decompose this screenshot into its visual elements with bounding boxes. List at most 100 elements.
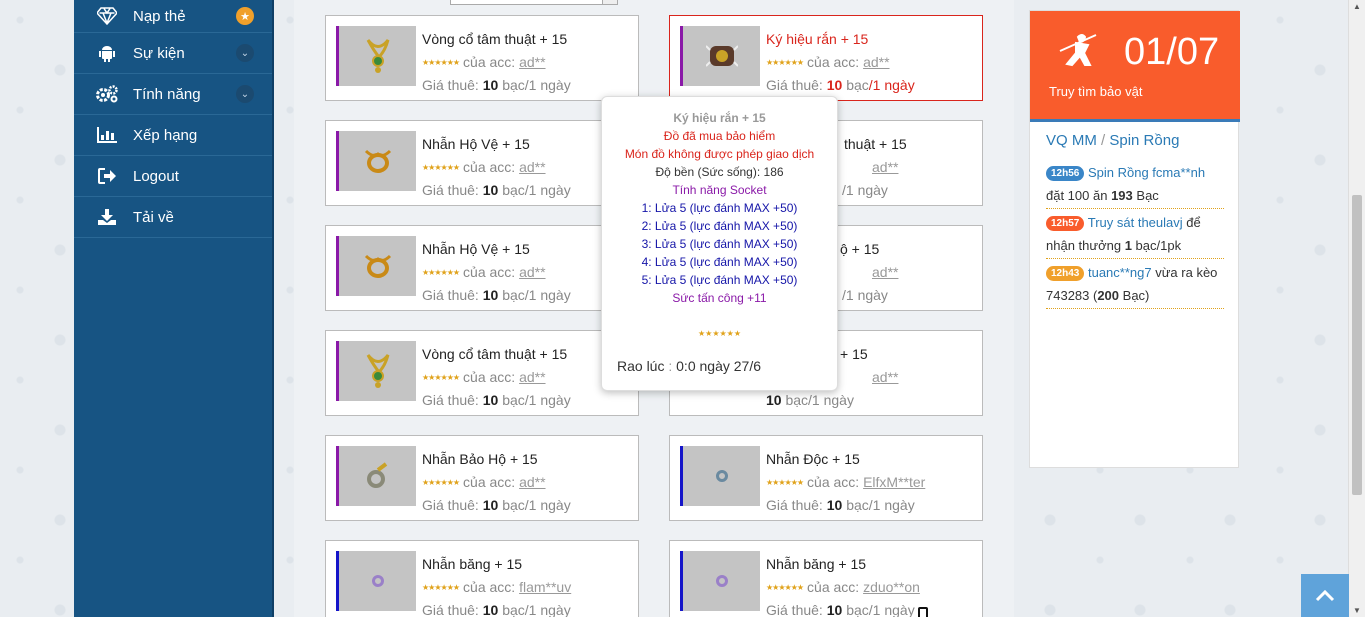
back-to-top-button[interactable] [1301,574,1349,617]
seller-link[interactable]: ad** [519,159,545,175]
seller-link[interactable]: ad** [872,159,898,175]
sidebar-item-tinh-nang[interactable]: Tính năng ⌄ [74,74,272,115]
rating-stars-icon: ★★★★★★ [422,58,460,67]
item-title: + 15 [840,346,868,362]
android-icon [96,44,118,62]
listing-card[interactable]: Nhẫn băng + 15 ★★★★★★ của acc: flam**uv G… [325,540,639,617]
seller-link[interactable]: ad** [519,369,545,385]
sidebar-item-xep-hang[interactable]: Xếp hạng [74,115,272,156]
listing-card[interactable]: Nhẫn Bảo Hộ + 15 ★★★★★★ của acc: ad** Giá… [325,435,639,521]
sidebar-item-tai-ve[interactable]: Tải về [74,197,272,238]
feed-entry: 12h57 Truy sát theulavj để nhận thưởng 1… [1046,211,1224,259]
tooltip-title: Ký hiệu rắn + 15 [673,111,766,125]
tab-vq-mm[interactable]: VQ MM [1046,132,1097,149]
rating-stars-icon: ★★★★★★ [422,478,460,487]
listing-card[interactable]: Nhẫn băng + 15 ★★★★★★ của acc: zduo**on G… [669,540,983,617]
rating-stars-icon: ★★★★★★ [422,163,460,172]
diamond-icon [96,7,118,25]
sidebar-item-nap-the[interactable]: Nạp thẻ ★ [74,0,272,33]
item-title: thuật + 15 [844,136,907,152]
item-title: Nhẫn Bảo Hộ + 15 [422,451,538,467]
listing-card[interactable]: Nhẫn Độc + 15 ★★★★★★ của acc: ElfxM**ter … [669,435,983,521]
logout-icon [96,168,118,184]
sidebar-item-label: Logout [133,167,179,185]
ring-icon [364,254,391,278]
ring-icon [366,462,387,488]
feed-link[interactable]: Truy sát theulavj [1088,215,1183,230]
mobile-phone-icon [918,607,928,617]
listing-card[interactable]: Vòng cổ tâm thuật + 15 ★★★★★★ của acc: ad… [325,330,639,416]
promo-count: 01/07 [1124,31,1220,73]
tab-spin-rong[interactable]: Spin Rồng [1109,132,1179,149]
seller-link[interactable]: flam**uv [519,579,571,595]
feed-entry: 12h43 tuanc**ng7 vừa ra kèo 743283 (200 … [1046,261,1224,309]
item-thumbnail [336,551,416,611]
price-value: 10 [826,497,843,513]
tooltip-socket: 1: Lửa 5 (lực đánh MAX +50) [641,201,798,215]
item-title: Ký hiệu rắn + 15 [766,31,869,47]
seller-link[interactable]: ad** [519,54,545,70]
treasure-hunt-tile[interactable]: 01/07 Truy tìm bảo vật [1030,11,1240,122]
seller-link[interactable]: ad** [519,474,545,490]
listing-card[interactable]: Nhẫn Hộ Vệ + 15 ★★★★★★ của acc: ad** Giá … [325,120,639,206]
sidebar-item-logout[interactable]: Logout [74,156,272,197]
item-thumbnail [680,26,760,86]
filter-select[interactable] [450,0,618,5]
feed-link[interactable]: tuanc**ng7 [1088,265,1152,280]
sidebar-item-label: Xếp hạng [133,126,198,144]
tooltip-socket: 3: Lửa 5 (lực đánh MAX +50) [641,237,798,251]
tooltip-posted-time: Rao lúc : 0:0 ngày 27/6 [617,358,761,374]
rating-stars-icon: ★★★★★★ [697,329,742,338]
time-badge: 12h57 [1046,216,1085,231]
ring-icon [715,470,728,482]
item-title: Vòng cổ tâm thuật + 15 [422,346,568,362]
listing-card[interactable]: Vòng cổ tâm thuật + 15 ★★★★★★ của acc: ad… [325,15,639,101]
tooltip-insured: Đồ đã mua bảo hiểm [663,129,776,143]
seller-link[interactable]: ad** [872,369,898,385]
snake-emblem-icon [705,45,738,67]
listing-card-selected[interactable]: Ký hiệu rắn + 15 ★★★★★★ của acc: ad** Giá… [669,15,983,101]
item-thumbnail [336,236,416,296]
price-value: 10 [826,602,843,617]
gears-icon [96,85,118,103]
ring-icon [715,575,728,587]
tooltip-no-trade: Món đồ không được phép giao dịch [624,147,815,161]
item-title: Nhẫn băng + 15 [422,556,523,572]
feed-link[interactable]: Spin Rồng fcma**nh [1088,165,1205,180]
sidebar-item-label: Tính năng [133,85,201,103]
scroll-down-arrow-icon[interactable]: ▼ [1353,606,1361,615]
listing-card[interactable]: Nhẫn Hộ Vệ + 15 ★★★★★★ của acc: ad** Giá … [325,225,639,311]
tooltip-socket-label: Tính năng Socket [672,183,767,197]
price-value: 10 [482,287,499,303]
sidebar-item-su-kien[interactable]: Sự kiện ⌄ [74,33,272,74]
scroll-thumb[interactable] [1352,195,1362,495]
rating-stars-icon: ★★★★★★ [422,268,460,277]
rating-stars-icon: ★★★★★★ [766,478,804,487]
time-badge: 12h56 [1046,166,1085,181]
seller-link[interactable]: zduo**on [863,579,920,595]
seller-link[interactable]: ad** [519,264,545,280]
price-value: 10 [482,77,499,93]
activity-feed: 12h56 Spin Rồng fcma**nh đặt 100 ăn 193 … [1046,161,1224,311]
seller-link[interactable]: ElfxM**ter [863,474,925,490]
time-badge: 12h43 [1046,266,1085,281]
right-panel: 01/07 Truy tìm bảo vật VQ MM / Spin Rồng… [1029,10,1240,468]
rating-stars-icon: ★★★★★★ [766,583,804,592]
item-thumbnail [680,551,760,611]
item-thumbnail [680,446,760,506]
chevron-down-icon: ⌄ [236,85,254,103]
ninja-icon [1059,34,1097,67]
promo-label: Truy tìm bảo vật [1049,84,1143,99]
scroll-up-arrow-icon[interactable]: ▲ [1353,2,1361,11]
tooltip-socket: 5: Lửa 5 (lực đánh MAX +50) [641,273,798,287]
price-value: 10 [482,497,499,513]
tooltip-durability: Độ bền (Sức sống): 186 [655,165,784,179]
item-title: ộ + 15 [840,241,880,257]
page-scrollbar[interactable]: ▲ ▼ [1348,0,1365,617]
feed-entry: 12h56 Spin Rồng fcma**nh đặt 100 ăn 193 … [1046,161,1224,209]
necklace-icon [366,354,389,388]
rating-stars-icon: ★★★★★★ [422,583,460,592]
seller-link[interactable]: ad** [863,54,889,70]
seller-link[interactable]: ad** [872,264,898,280]
price-value: 10 [482,602,499,617]
